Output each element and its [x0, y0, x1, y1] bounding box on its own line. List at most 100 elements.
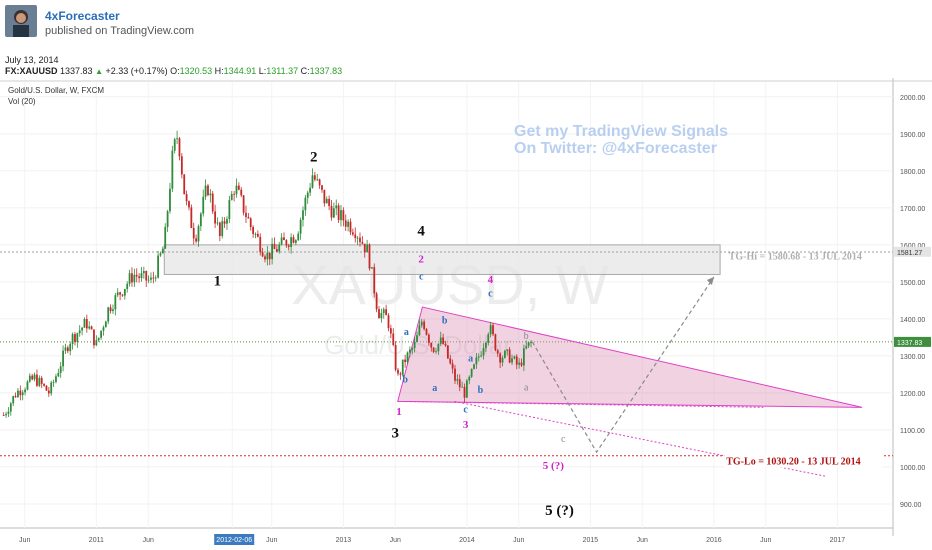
candle-body: [304, 197, 307, 211]
candle-body: [169, 188, 171, 212]
close-value: 1337.83: [309, 66, 343, 76]
x-tick-label: Jun: [637, 537, 648, 544]
candle-body: [463, 386, 466, 398]
candle-body: [252, 226, 255, 234]
candle-body: [406, 352, 409, 363]
candle-body: [340, 210, 342, 221]
candle-body: [154, 277, 157, 279]
candle-body: [135, 274, 138, 277]
candle-body: [321, 185, 323, 190]
candle-body: [306, 192, 309, 198]
candle-body: [178, 138, 181, 157]
x-tick-label: 2015: [583, 537, 599, 544]
candle-body: [131, 273, 133, 283]
candle-body: [337, 205, 340, 221]
candle-body: [354, 234, 357, 239]
candle-body: [294, 240, 297, 243]
candle-body: [511, 358, 513, 363]
y-tick-label: 2000.00: [900, 95, 925, 102]
candle-body: [416, 335, 418, 342]
wave-annotation: c: [561, 434, 566, 445]
candle-body: [147, 279, 150, 281]
candle-body: [245, 212, 247, 217]
candle-body: [93, 329, 95, 346]
price-chart[interactable]: XAUUSD, WGold/U.S. DollarGet my TradingV…: [0, 78, 932, 550]
candle-body: [392, 333, 395, 345]
candle-body: [385, 309, 388, 316]
x-tick-label-highlight: 2012-02-06: [216, 537, 252, 544]
candle-body: [95, 340, 98, 346]
price-change: +2.33 (+0.17%): [105, 66, 168, 76]
candle-body: [173, 139, 176, 151]
candle-body: [264, 256, 266, 260]
candle-body: [351, 232, 354, 235]
candle-body: [2, 415, 5, 416]
candle-body: [211, 193, 214, 212]
wave-annotation: a: [524, 383, 529, 394]
wave-annotation: b: [524, 331, 529, 342]
open-value: 1320.53: [179, 66, 213, 76]
candle-body: [427, 334, 430, 343]
wave-annotation: b: [442, 316, 448, 327]
candle-body: [223, 221, 226, 224]
x-tick-label: 2017: [830, 537, 846, 544]
candle-body: [161, 248, 164, 254]
candle-body: [233, 193, 236, 195]
candle-body: [145, 270, 148, 281]
candle-body: [399, 373, 402, 375]
candle-body: [420, 321, 423, 326]
candle-body: [309, 187, 312, 193]
candle-body: [278, 244, 281, 252]
candle-body: [218, 222, 221, 237]
candle-body: [449, 358, 452, 364]
candle-body: [368, 244, 371, 269]
candle-body: [389, 328, 392, 334]
candle-body: [489, 325, 492, 335]
open-label: O:: [170, 66, 180, 76]
candle-body: [290, 237, 293, 247]
candle-body: [461, 386, 464, 388]
candle-body: [83, 319, 86, 328]
candle-body: [363, 243, 366, 253]
published-text: published on TradingView.com: [45, 25, 195, 37]
wave-annotation: 3: [463, 419, 469, 431]
y-tick-label: 1200.00: [900, 391, 925, 398]
wave-annotation: TG-Lo = 1030.20 - 13 JUL 2014: [726, 457, 860, 468]
candle-body: [328, 198, 331, 206]
avatar[interactable]: [5, 5, 37, 37]
wave-annotation: b: [478, 385, 484, 396]
candle-body: [19, 390, 22, 396]
high-label: H:: [214, 66, 224, 76]
candle-body: [40, 377, 43, 384]
candle-body: [228, 199, 231, 220]
candle-body: [437, 343, 440, 352]
candle-body: [347, 221, 350, 227]
y-tick-label: 1100.00: [900, 428, 925, 435]
candle-body: [74, 334, 76, 342]
candle-body: [142, 270, 145, 274]
candle-body: [313, 175, 316, 180]
candle-body: [442, 337, 445, 344]
chart-area[interactable]: XAUUSD, W Gold/U.S. Dollar Get my TradingV…: [0, 78, 932, 550]
candle-body: [496, 350, 499, 354]
candle-body: [52, 381, 55, 383]
candle-body: [183, 174, 186, 195]
candle-body: [57, 372, 60, 377]
candle-body: [444, 343, 447, 346]
candle-body: [454, 368, 456, 381]
candle-body: [271, 243, 274, 260]
candle-body: [408, 349, 411, 353]
candle-body: [530, 342, 532, 343]
candle-body: [66, 347, 69, 352]
volume-indicator-title[interactable]: Vol (20): [8, 97, 36, 106]
candle-body: [285, 240, 288, 246]
candle-body: [78, 330, 81, 334]
candle-body: [119, 292, 121, 295]
candle-body: [116, 292, 119, 296]
candle-body: [36, 374, 38, 386]
candle-body: [520, 362, 523, 366]
x-tick-label: Jun: [760, 537, 771, 544]
author-link[interactable]: 4xForecaster: [45, 9, 120, 23]
candle-body: [482, 348, 485, 356]
candle-body: [470, 368, 473, 377]
